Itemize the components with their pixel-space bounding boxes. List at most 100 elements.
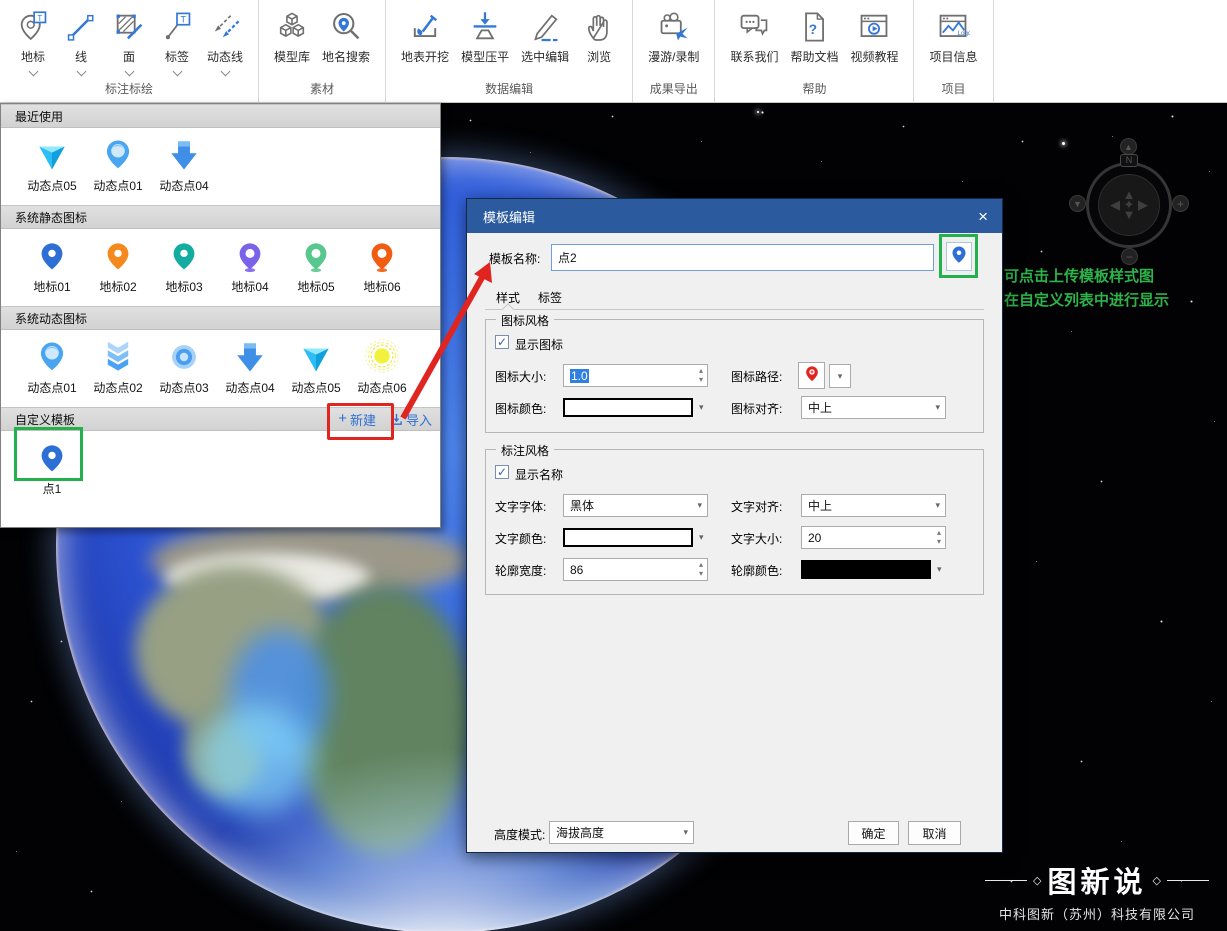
template-item-动态点01[interactable]: 动态点01 — [19, 336, 85, 396]
template-item-动态点03[interactable]: 动态点03 — [151, 336, 217, 396]
template-item-动态点05[interactable]: 动态点05 — [19, 134, 85, 194]
chevron-down-icon[interactable] — [124, 67, 134, 77]
import-template-button[interactable]: 导入 — [390, 410, 432, 429]
template-item-动态点04[interactable]: 动态点04 — [151, 134, 217, 194]
toolbar-item-project-info[interactable]: Logo 项目信息 — [926, 6, 980, 67]
toolbar-item-tag[interactable]: T 标签 — [156, 6, 198, 77]
toolbar-item-contact-us[interactable]: 联系我们 — [727, 6, 781, 67]
icon-path-dropdown[interactable]: ▾ — [829, 364, 851, 388]
template-item-地标06[interactable]: 地标06 — [349, 235, 415, 295]
toolbar-item-video-tutorial[interactable]: 视频教程 — [847, 6, 901, 67]
polyline-icon — [64, 8, 98, 46]
north-indicator[interactable]: N — [1120, 154, 1138, 167]
toolbar-item-help-doc[interactable]: ? 帮助文档 — [787, 6, 841, 67]
template-item-地标02[interactable]: 地标02 — [85, 235, 151, 295]
spinner-arrows-icon[interactable]: ▴▾ — [699, 366, 703, 384]
show-name-checkbox[interactable]: ✓ — [495, 465, 509, 479]
template-panel: 最近使用 动态点05 动态点01 动态点04系统静态图标 地标01 地标02 地… — [0, 103, 441, 528]
icon-align-combo[interactable]: 中上▾ — [801, 396, 946, 419]
cancel-button[interactable]: 取消 — [908, 821, 961, 845]
dropdown-arrow-icon[interactable]: ▾ — [699, 532, 704, 543]
template-item-动态点05[interactable]: 动态点05 — [283, 336, 349, 396]
toolbar-item-model-library[interactable]: 模型库 — [271, 6, 313, 67]
template-item-地标04[interactable]: 地标04 — [217, 235, 283, 295]
outline-width-spinner[interactable]: 86 ▴▾ — [563, 558, 708, 581]
spinner-arrows-icon[interactable]: ▴▾ — [699, 560, 703, 578]
close-icon[interactable]: × — [978, 208, 988, 225]
tilt-down-button[interactable]: ▼ — [1069, 195, 1086, 212]
toolbar-item-polygon[interactable]: 面 — [108, 6, 150, 77]
template-item-动态点06[interactable]: 动态点06 — [349, 336, 415, 396]
chevron-down-icon[interactable] — [28, 67, 38, 77]
icon-size-spinner[interactable]: 1.0 ▴▾ — [563, 364, 708, 387]
label-style-group: 标注风格 ✓ 显示名称 文字字体: 黑体▾ 文字对齐: 中上▾ 文字颜色: ▾ … — [485, 449, 984, 595]
dialog-titlebar[interactable]: 模板编辑 × — [467, 199, 1002, 233]
video-tutorial-icon — [857, 8, 891, 46]
outline-color-swatch[interactable] — [801, 560, 931, 579]
tilt-up-button[interactable]: ▲ — [1120, 138, 1137, 155]
project-info-icon: Logo — [936, 8, 970, 46]
template-style-image-button[interactable] — [946, 242, 972, 271]
toolbar-group-label: 项目 — [914, 80, 992, 97]
new-template-button[interactable]: +新建 — [338, 410, 376, 429]
template-item-地标03[interactable]: 地标03 — [151, 235, 217, 295]
toolbar-item-polyline[interactable]: 线 — [60, 6, 102, 77]
template-item-动态点01[interactable]: 动态点01 — [85, 134, 151, 194]
icon-size-label: 图标大小: — [495, 368, 546, 385]
text-color-picker[interactable]: ▾ — [563, 526, 704, 549]
toolbar-item-landmark-pin[interactable]: T 地标 — [12, 6, 54, 77]
template-name-input[interactable]: 点2 — [551, 244, 934, 271]
template-item-地标01[interactable]: 地标01 — [19, 235, 85, 295]
tab-tag[interactable]: 标签 — [536, 285, 564, 309]
text-align-combo[interactable]: 中上▾ — [801, 494, 946, 517]
outline-color-label: 轮廓颜色: — [731, 562, 782, 579]
pan-control[interactable]: ▲◀ ✦ ▶▼ — [1098, 174, 1160, 236]
dropdown-arrow-icon[interactable]: ▾ — [699, 402, 704, 413]
chevron-down-icon[interactable] — [220, 67, 230, 77]
chevron-down-icon[interactable] — [76, 67, 86, 77]
pin-marker-icon — [36, 235, 68, 273]
template-item-点1[interactable]: 点1 — [19, 437, 85, 497]
template-item-动态点02[interactable]: 动态点02 — [85, 336, 151, 396]
tab-style[interactable]: 样式 — [494, 285, 522, 309]
logo-diamond-icon: ◇ — [1033, 874, 1041, 887]
outline-color-picker[interactable]: ▾ — [801, 558, 942, 581]
chevron-down-icon[interactable] — [172, 67, 182, 77]
template-item-地标05[interactable]: 地标05 — [283, 235, 349, 295]
zoom-out-button[interactable]: − — [1121, 248, 1138, 265]
toolbar-item-select-edit[interactable]: 选中编辑 — [518, 6, 572, 67]
height-mode-combo[interactable]: 海拔高度▾ — [549, 821, 694, 844]
show-icon-checkbox[interactable]: ✓ — [495, 335, 509, 349]
section-title: 系统静态图标 — [15, 209, 87, 226]
text-font-combo[interactable]: 黑体▾ — [563, 494, 708, 517]
logo-line-left — [985, 880, 1027, 881]
toolbar-item-dynamic-line[interactable]: 动态线 — [204, 6, 246, 77]
app-logo: 图新说 — [1048, 859, 1147, 901]
svg-text:Logo: Logo — [958, 30, 970, 37]
icon-color-swatch[interactable] — [563, 398, 693, 417]
browse-hand-icon — [582, 8, 616, 46]
zoom-in-button[interactable]: + — [1172, 195, 1189, 212]
spinner-arrows-icon[interactable]: ▴▾ — [937, 528, 941, 546]
text-color-label: 文字颜色: — [495, 530, 546, 547]
text-size-spinner[interactable]: 20 ▴▾ — [801, 526, 946, 549]
height-mode-label: 高度模式: — [494, 826, 545, 843]
toolbar-group-label: 帮助 — [715, 80, 913, 97]
ok-button[interactable]: 确定 — [848, 821, 899, 845]
toolbar-item-place-search[interactable]: 地名搜索 — [319, 6, 373, 67]
toolbar-item-browse-hand[interactable]: 浏览 — [578, 6, 620, 67]
polygon-icon — [112, 8, 146, 46]
icon-path-button[interactable] — [798, 362, 825, 389]
show-icon-label: 显示图标 — [515, 336, 563, 353]
toolbar-item-terrain-dig[interactable]: 地表开挖 — [398, 6, 452, 67]
toolbar-item-roam-record[interactable]: 漫游/录制 — [645, 6, 702, 67]
text-color-swatch[interactable] — [563, 528, 693, 547]
svg-text:?: ? — [809, 22, 817, 37]
icon-color-label: 图标颜色: — [495, 400, 546, 417]
import-icon — [390, 413, 403, 426]
section-items: 点1 — [1, 431, 440, 527]
toolbar-item-model-flatten[interactable]: 模型压平 — [458, 6, 512, 67]
template-item-动态点04[interactable]: 动态点04 — [217, 336, 283, 396]
dropdown-arrow-icon[interactable]: ▾ — [937, 564, 942, 575]
icon-color-picker[interactable]: ▾ — [563, 396, 704, 419]
